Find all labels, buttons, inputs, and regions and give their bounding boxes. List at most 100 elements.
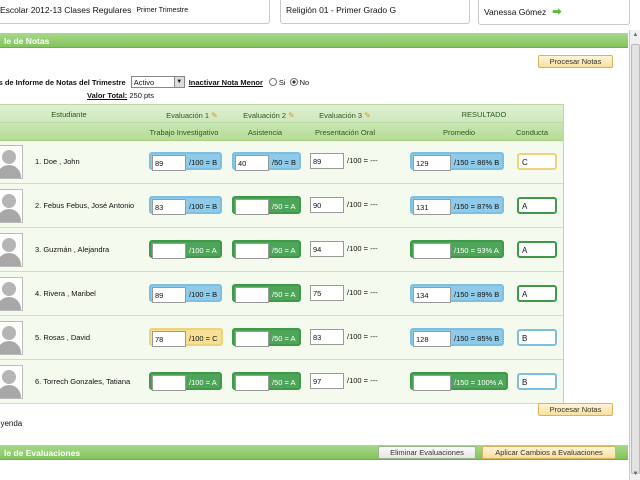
procesar-notas-button-bottom[interactable]: Procesar Notas	[538, 403, 613, 416]
eval3-input[interactable]: 90	[310, 197, 344, 213]
eval1-input[interactable]: 89	[152, 155, 186, 171]
user-box[interactable]: Vanessa Gómez ➡	[478, 0, 630, 25]
eval1-input[interactable]: 78	[152, 331, 186, 347]
col-eval1[interactable]: Evaluación 1 ✎	[157, 111, 227, 120]
promedio-input[interactable]: 139	[413, 243, 451, 259]
eval1-input[interactable]: 89	[152, 287, 186, 303]
pencil-icon[interactable]: ✎	[364, 111, 371, 120]
scroll-up-icon[interactable]: ▲	[630, 30, 640, 41]
eval1-field: 94/100 = A	[149, 240, 222, 259]
avatar-body	[0, 341, 21, 354]
conducta-input[interactable]: B	[517, 373, 557, 390]
eval2-field: 40/50 = B	[232, 152, 301, 171]
eval3-input[interactable]: 75	[310, 285, 344, 301]
eval2-input[interactable]: 48	[235, 199, 269, 215]
eval2-result: /50 = A	[272, 334, 296, 343]
promedio-input[interactable]: 150	[413, 375, 451, 391]
col-resultado: RESULTADO	[461, 110, 507, 119]
procesar-notas-button-top[interactable]: Procesar Notas	[538, 55, 613, 68]
chevron-down-icon[interactable]: ▼	[173, 77, 184, 87]
table-row: 3. Guzmán , Alejandra 94/100 = A 45/50 = A…	[0, 229, 563, 272]
eval2-input[interactable]: 40	[235, 155, 269, 171]
eval2-input[interactable]: 45	[235, 243, 269, 259]
promedio-input[interactable]: 134	[413, 287, 451, 303]
student-name: 2. Febus Febus, José Antonio	[35, 201, 135, 210]
col-eval2[interactable]: Evaluación 2 ✎	[234, 111, 304, 120]
avatar-body	[0, 209, 21, 222]
eval2-field: 45/50 = A	[232, 284, 301, 303]
eval2-input[interactable]: 50	[235, 375, 269, 391]
avatar	[0, 145, 23, 179]
course-label: Escolar 2012-13 Clases Regulares	[0, 5, 132, 15]
scroll-down-icon[interactable]: ▼	[630, 469, 640, 480]
conducta-input[interactable]: A	[517, 241, 557, 258]
avatar-body	[0, 165, 21, 178]
promedio-field: 129/150 = 86% B	[410, 152, 505, 171]
col-eval3[interactable]: Evaluación 3 ✎	[310, 111, 380, 120]
eval3-input[interactable]: 97	[310, 373, 344, 389]
scrollbar[interactable]: ▲ ▼	[629, 30, 640, 480]
sub-trabajo: Trabajo Investigativo	[149, 128, 219, 137]
pencil-icon[interactable]: ✎	[288, 111, 295, 120]
student-name: 1. Doe , John	[35, 157, 80, 166]
conducta-input[interactable]: C	[517, 153, 557, 170]
leyenda-link[interactable]: eyenda	[0, 419, 22, 428]
eval1-result: /100 = A	[189, 378, 217, 387]
notas-section-title: le de Notas	[4, 36, 50, 46]
eval1-input[interactable]: 83	[152, 199, 186, 215]
radio-si[interactable]	[268, 78, 277, 86]
conducta-input[interactable]: B	[517, 329, 557, 346]
avatar-body	[0, 297, 21, 310]
avatar	[0, 189, 23, 223]
eval3-input[interactable]: 83	[310, 329, 344, 345]
eval2-field: 45/50 = A	[232, 240, 301, 259]
promedio-field: 131/150 = 87% B	[410, 196, 505, 215]
student-name: 6. Torrech Gonzales, Tatiana	[35, 377, 131, 386]
pencil-icon[interactable]: ✎	[211, 111, 218, 120]
inactivar-label: Inactivar Nota Menor	[188, 77, 263, 87]
eval3-field: 94/100 = ---	[309, 240, 381, 258]
eval2-result: /50 = A	[272, 290, 296, 299]
eval1-input[interactable]: 100	[152, 375, 186, 391]
eval3-result: /100 = ---	[347, 288, 378, 297]
eval1-label: Evaluación 1	[166, 111, 210, 120]
eval1-input[interactable]: 94	[152, 243, 186, 259]
promedio-input[interactable]: 131	[413, 199, 451, 215]
eval1-result: /100 = B	[189, 290, 218, 299]
avatar-head	[2, 150, 16, 164]
eliminar-evaluaciones-button[interactable]: Eliminar Evaluaciones	[378, 446, 476, 459]
radio-no-label: No	[299, 77, 310, 87]
arrow-right-icon[interactable]: ➡	[552, 5, 561, 18]
status-select[interactable]: Activo ▼	[130, 76, 185, 88]
radio-no[interactable]	[289, 78, 298, 86]
eval1-field: 100/100 = A	[149, 372, 222, 391]
eval3-result: /100 = ---	[347, 332, 378, 341]
total-value: 250 pts	[129, 91, 154, 100]
subject-box: Religión 01 - Primer Grado G	[280, 0, 470, 24]
aplicar-cambios-button[interactable]: Aplicar Cambios a Evaluaciones	[482, 446, 616, 459]
eval3-field: 75/100 = ---	[309, 284, 381, 302]
eval3-input[interactable]: 89	[310, 153, 344, 169]
promedio-result: /150 = 89% B	[454, 290, 500, 299]
avatar-head	[2, 238, 16, 252]
eval2-result: /50 = A	[272, 378, 296, 387]
promedio-field: 150/150 = 100% A	[410, 372, 508, 391]
scroll-thumb[interactable]	[631, 44, 640, 474]
conducta-input[interactable]: A	[517, 197, 557, 214]
eval2-result: /50 = B	[272, 158, 296, 167]
promedio-input[interactable]: 129	[413, 155, 451, 171]
total-row: Valor Total: 250 pts	[87, 91, 154, 100]
eval2-field: 50/50 = A	[232, 328, 301, 347]
eval2-input[interactable]: 45	[235, 287, 269, 303]
evaluaciones-section-title: le de Evaluaciones	[4, 448, 81, 458]
sub-promedio: Promedio	[442, 128, 476, 137]
conducta-input[interactable]: A	[517, 285, 557, 302]
promedio-result: /150 = 87% B	[454, 202, 500, 211]
table-row: 2. Febus Febus, José Antonio 83/100 = B 48…	[0, 185, 563, 228]
eval2-input[interactable]: 50	[235, 331, 269, 347]
table-header-row-1: Estudiante Evaluación 1 ✎ Evaluación 2 ✎…	[0, 105, 563, 123]
table-row: 1. Doe , John 89/100 = B 40/50 = B 89/100 =…	[0, 141, 563, 184]
promedio-input[interactable]: 128	[413, 331, 451, 347]
eval3-input[interactable]: 94	[310, 241, 344, 257]
sub-conducta: Conducta	[515, 128, 549, 137]
